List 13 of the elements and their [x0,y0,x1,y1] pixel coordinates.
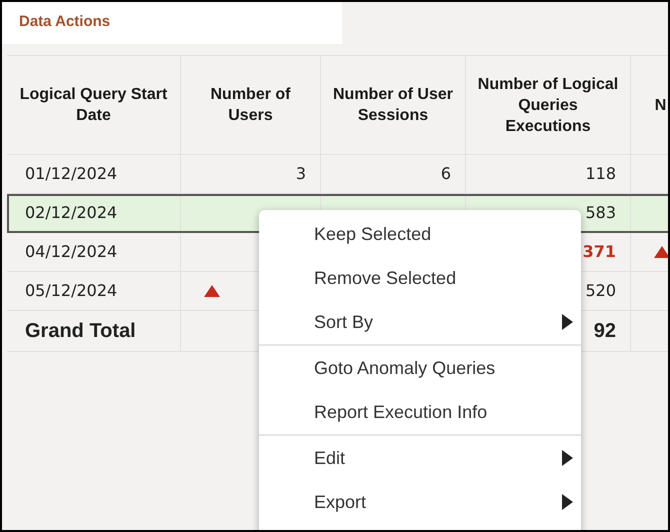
total-label: Grand Total [25,319,136,344]
table-cell-text: 92 [594,319,616,344]
table-cell-text: 01/12/2024 [25,163,118,185]
table-cell-text: 583 [585,202,616,224]
table-cell-text: 371 [582,241,616,263]
table-cell-text: 520 [585,280,616,302]
table-cell-text: 04/12/2024 [25,241,118,263]
table-cell-text: 02/12/2024 [25,202,118,224]
table-cell-text: 3 [296,163,306,185]
panel-title: Data Actions [19,13,110,30]
table-cell-text: 05/12/2024 [25,280,118,302]
table-cell-text: 118 [585,163,616,185]
table-cell-text: 6 [440,163,451,185]
